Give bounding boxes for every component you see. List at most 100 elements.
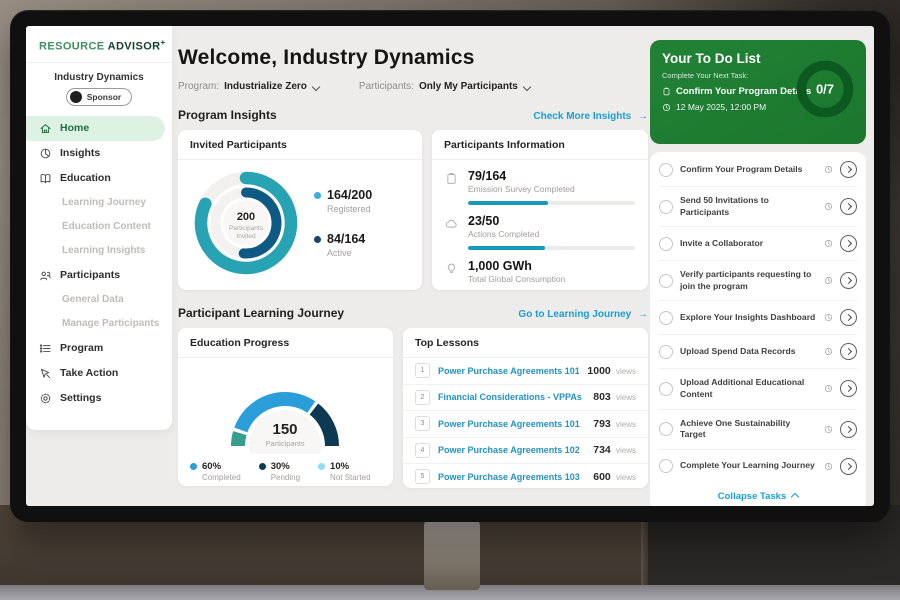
task-open-button[interactable] [840,235,857,252]
logo-plus: + [161,38,166,47]
chevron-right-icon [844,277,851,284]
legend-label: Active [327,248,365,258]
go-to-learning-journey-link[interactable]: Go to Learning Journey → [518,309,648,320]
task-checkbox[interactable] [659,237,673,251]
org-name: Industry Dynamics [26,72,172,83]
lesson-rank-badge: 4 [415,443,430,458]
task-checkbox[interactable] [659,422,673,436]
lesson-title-link[interactable]: Financial Considerations - VPPAs [438,392,585,402]
sidebar-item-label: Education [60,172,111,184]
sidebar-item-learning-journey[interactable]: Learning Journey [26,191,172,215]
sidebar-item-participants[interactable]: Participants [26,263,172,288]
sidebar-item-icon [39,269,52,282]
sidebar-item-education-content[interactable]: Education Content [26,215,172,239]
sidebar-item-home[interactable]: Home [26,116,165,141]
task-row: Send 50 Invitations to Participants [659,186,857,226]
lesson-views: 793 views [593,418,636,430]
todo-panel: Your To Do List Complete Your Next Task:… [650,40,866,506]
task-open-button[interactable] [840,272,857,289]
task-clock-icon [824,384,833,393]
gauge-legend: 60% Completed 30% Pending 10% Not Starte… [178,459,393,482]
todo-due-label: 12 May 2025, 12:00 PM [676,102,766,112]
task-checkbox[interactable] [659,274,673,288]
legend-value: 84/164 [327,232,365,246]
donut-center-label2: Invited [236,233,256,240]
program-insights-header: Program Insights Check More Insights → [178,108,648,122]
task-label: Verify participants requesting to join t… [680,269,817,292]
lesson-rank-badge: 2 [415,390,430,405]
collapse-tasks-link[interactable]: Collapse Tasks [659,483,857,506]
lesson-row: 5 Power Purchase Agreements 103 600 view… [403,463,648,490]
sidebar-item-label: Home [60,122,89,134]
lesson-row: 1 Power Purchase Agreements 101 1000 vie… [403,358,648,384]
top-lessons-card: Top Lessons 1 Power Purchase Agreements … [403,328,648,488]
sidebar-item-program[interactable]: Program [26,336,172,361]
gauge-center-label: Participants [265,439,304,448]
gauge-legend-item: 30% Pending [259,461,300,482]
lesson-views-suffix: views [614,473,636,482]
chevron-right-icon [844,166,851,173]
check-more-insights-link[interactable]: Check More Insights → [533,111,648,122]
invited-participants-title: Invited Participants [178,130,422,160]
sidebar-menu: Home Insights Education Learning Journey… [26,116,172,411]
lesson-row: 3 Power Purchase Agreements 101 793 view… [403,410,648,437]
task-label: Send 50 Invitations to Participants [680,195,817,218]
education-progress-card: Education Progress 150 Participants 60% … [178,328,393,486]
task-clock-icon [824,276,833,285]
learning-journey-title: Participant Learning Journey [178,306,344,320]
top-lessons-title: Top Lessons [403,328,648,358]
task-clock-icon [824,239,833,248]
stat-progress-fill [468,246,545,250]
todo-next-task-label: Confirm Your Program Details [676,86,811,97]
task-checkbox[interactable] [659,459,673,473]
dashboard-screen: RESOURCE ADVISOR+ Industry Dynamics Spon… [26,26,874,506]
lesson-title-link[interactable]: Power Purchase Agreements 101 [438,366,579,376]
task-row: Verify participants requesting to join t… [659,260,857,300]
sponsor-badge-label: Sponsor [87,92,121,102]
gauge-legend-item: 10% Not Started [318,461,370,482]
sponsor-icon [70,91,82,103]
task-checkbox[interactable] [659,382,673,396]
sidebar-item-learning-insights[interactable]: Learning Insights [26,239,172,263]
task-open-button[interactable] [840,421,857,438]
sidebar-item-settings[interactable]: Settings [26,386,172,411]
sidebar-item-take-action[interactable]: Take Action [26,361,172,386]
task-checkbox[interactable] [659,163,673,177]
participants-dropdown[interactable]: Participants: Only My Participants [359,81,530,92]
task-checkbox[interactable] [659,345,673,359]
task-checkbox[interactable] [659,311,673,325]
sidebar-item-general-data[interactable]: General Data [26,288,172,312]
sidebar-item-education[interactable]: Education [26,166,172,191]
top-lessons-list: 1 Power Purchase Agreements 101 1000 vie… [403,358,648,490]
program-dropdown[interactable]: Program: Industrialize Zero [178,81,319,92]
stat-icon [445,172,458,185]
lesson-title-link[interactable]: Power Purchase Agreements 102 [438,445,585,455]
invited-participants-card: Invited Participants 200 Participants In… [178,130,422,290]
task-open-button[interactable] [840,343,857,360]
task-open-button[interactable] [840,161,857,178]
sidebar-item-label: Settings [60,392,101,404]
task-open-button[interactable] [840,458,857,475]
task-open-button[interactable] [840,380,857,397]
task-row: Achieve One Sustainability Target [659,409,857,449]
task-row: Complete Your Learning Journey [659,449,857,483]
legend-dot-icon [259,463,266,470]
lesson-title-link[interactable]: Power Purchase Agreements 103 [438,472,585,482]
todo-progress-ring: 0/7 [793,57,857,121]
sidebar-item-label: Learning Insights [62,245,145,256]
legend-dot-icon [318,463,325,470]
gauge-legend-label: Not Started [330,473,370,482]
arrow-right-icon: → [638,309,648,320]
sidebar-item-icon [39,147,52,160]
stat-progress-fill [468,201,548,205]
lesson-title-link[interactable]: Power Purchase Agreements 101 [438,419,585,429]
sidebar-item-insights[interactable]: Insights [26,141,172,166]
legend-label: Registered [327,204,372,214]
task-checkbox[interactable] [659,200,673,214]
sidebar-item-manage-participants[interactable]: Manage Participants [26,312,172,336]
stat-value: 23/50 [468,214,635,228]
task-row: Upload Spend Data Records [659,334,857,368]
task-open-button[interactable] [840,309,857,326]
task-open-button[interactable] [840,198,857,215]
task-clock-icon [824,347,833,356]
